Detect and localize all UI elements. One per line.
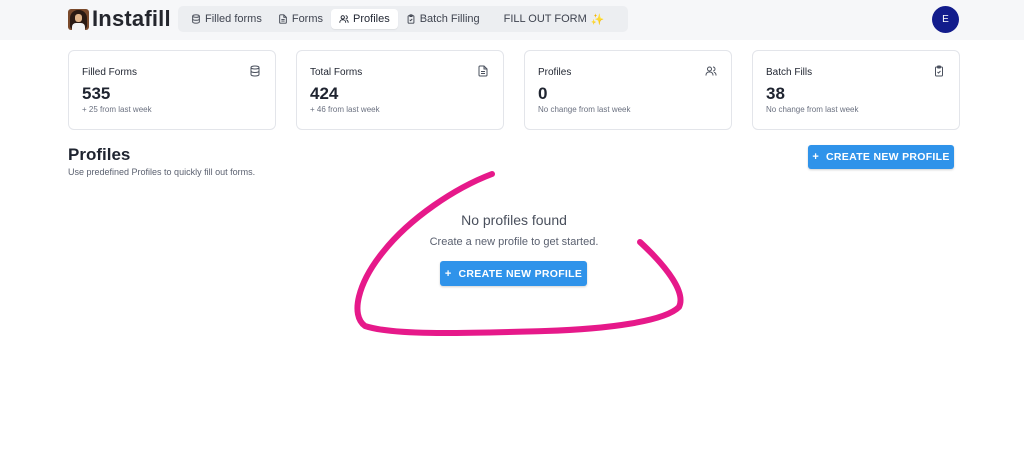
stat-value: 535	[82, 84, 111, 103]
page-title: Profiles	[68, 145, 131, 164]
stat-title: Total Forms	[310, 67, 363, 78]
stat-card-batch-fills: Batch Fills 38 No change from last week	[752, 50, 960, 130]
avatar-initial: E	[942, 14, 949, 25]
stat-card-profiles: Profiles 0 No change from last week	[524, 50, 732, 130]
nav-profiles[interactable]: Profiles	[331, 9, 398, 29]
stat-card-filled-forms: Filled Forms 535 + 25 from last week	[68, 50, 276, 130]
nav-label: Filled forms	[205, 13, 262, 25]
stat-value: 38	[766, 84, 785, 103]
logo-icon	[68, 8, 89, 30]
nav-batch-filling[interactable]: Batch Filling	[398, 9, 488, 29]
stat-card-total-forms: Total Forms 424 + 46 from last week	[296, 50, 504, 130]
empty-state-create-profile-button[interactable]: + CREATE NEW PROFILE	[440, 261, 587, 286]
stat-change: No change from last week	[538, 105, 631, 114]
top-bar: Instafill Filled forms Forms Profiles Ba…	[0, 0, 1024, 40]
plus-icon: +	[812, 151, 820, 163]
users-icon	[705, 66, 717, 76]
stat-value: 424	[310, 84, 339, 103]
empty-state-subtitle: Create a new profile to get started.	[429, 236, 599, 248]
main-nav: Filled forms Forms Profiles Batch Fillin…	[178, 6, 628, 32]
clipboard-check-icon	[407, 14, 415, 24]
stat-title: Profiles	[538, 67, 572, 78]
nav-fill-out-form[interactable]: FILL OUT FORM ✨	[496, 9, 613, 29]
plus-icon: +	[444, 267, 452, 280]
database-icon	[192, 14, 200, 24]
nav-forms[interactable]: Forms	[270, 9, 331, 29]
stat-title: Filled Forms	[82, 67, 138, 78]
user-avatar[interactable]: E	[932, 6, 959, 33]
users-icon	[339, 15, 349, 23]
document-icon	[279, 14, 287, 24]
document-icon	[478, 65, 488, 77]
page-subtitle: Use predefined Profiles to quickly fill …	[68, 167, 256, 177]
database-icon	[250, 65, 260, 77]
stat-title: Batch Fills	[766, 67, 813, 78]
stat-change: + 46 from last week	[310, 105, 380, 114]
nav-filled-forms[interactable]: Filled forms	[183, 9, 270, 29]
button-label: CREATE NEW PROFILE	[458, 267, 583, 280]
create-profile-button[interactable]: + CREATE NEW PROFILE	[808, 145, 954, 169]
nav-label: Forms	[291, 13, 324, 25]
stat-change: + 25 from last week	[82, 105, 152, 114]
stat-value: 0	[538, 84, 548, 103]
nav-label: Profiles	[353, 13, 390, 25]
empty-state-title: No profiles found	[461, 212, 567, 228]
stat-change: No change from last week	[766, 105, 859, 114]
nav-label: Batch Filling	[419, 13, 480, 25]
clipboard-check-icon	[935, 65, 943, 77]
button-label: CREATE NEW PROFILE	[826, 151, 950, 163]
nav-label: FILL OUT FORM	[503, 13, 587, 25]
app-logo[interactable]: Instafill	[68, 8, 171, 30]
app-name: Instafill	[92, 6, 171, 31]
sparkles-icon: ✨	[590, 13, 605, 26]
